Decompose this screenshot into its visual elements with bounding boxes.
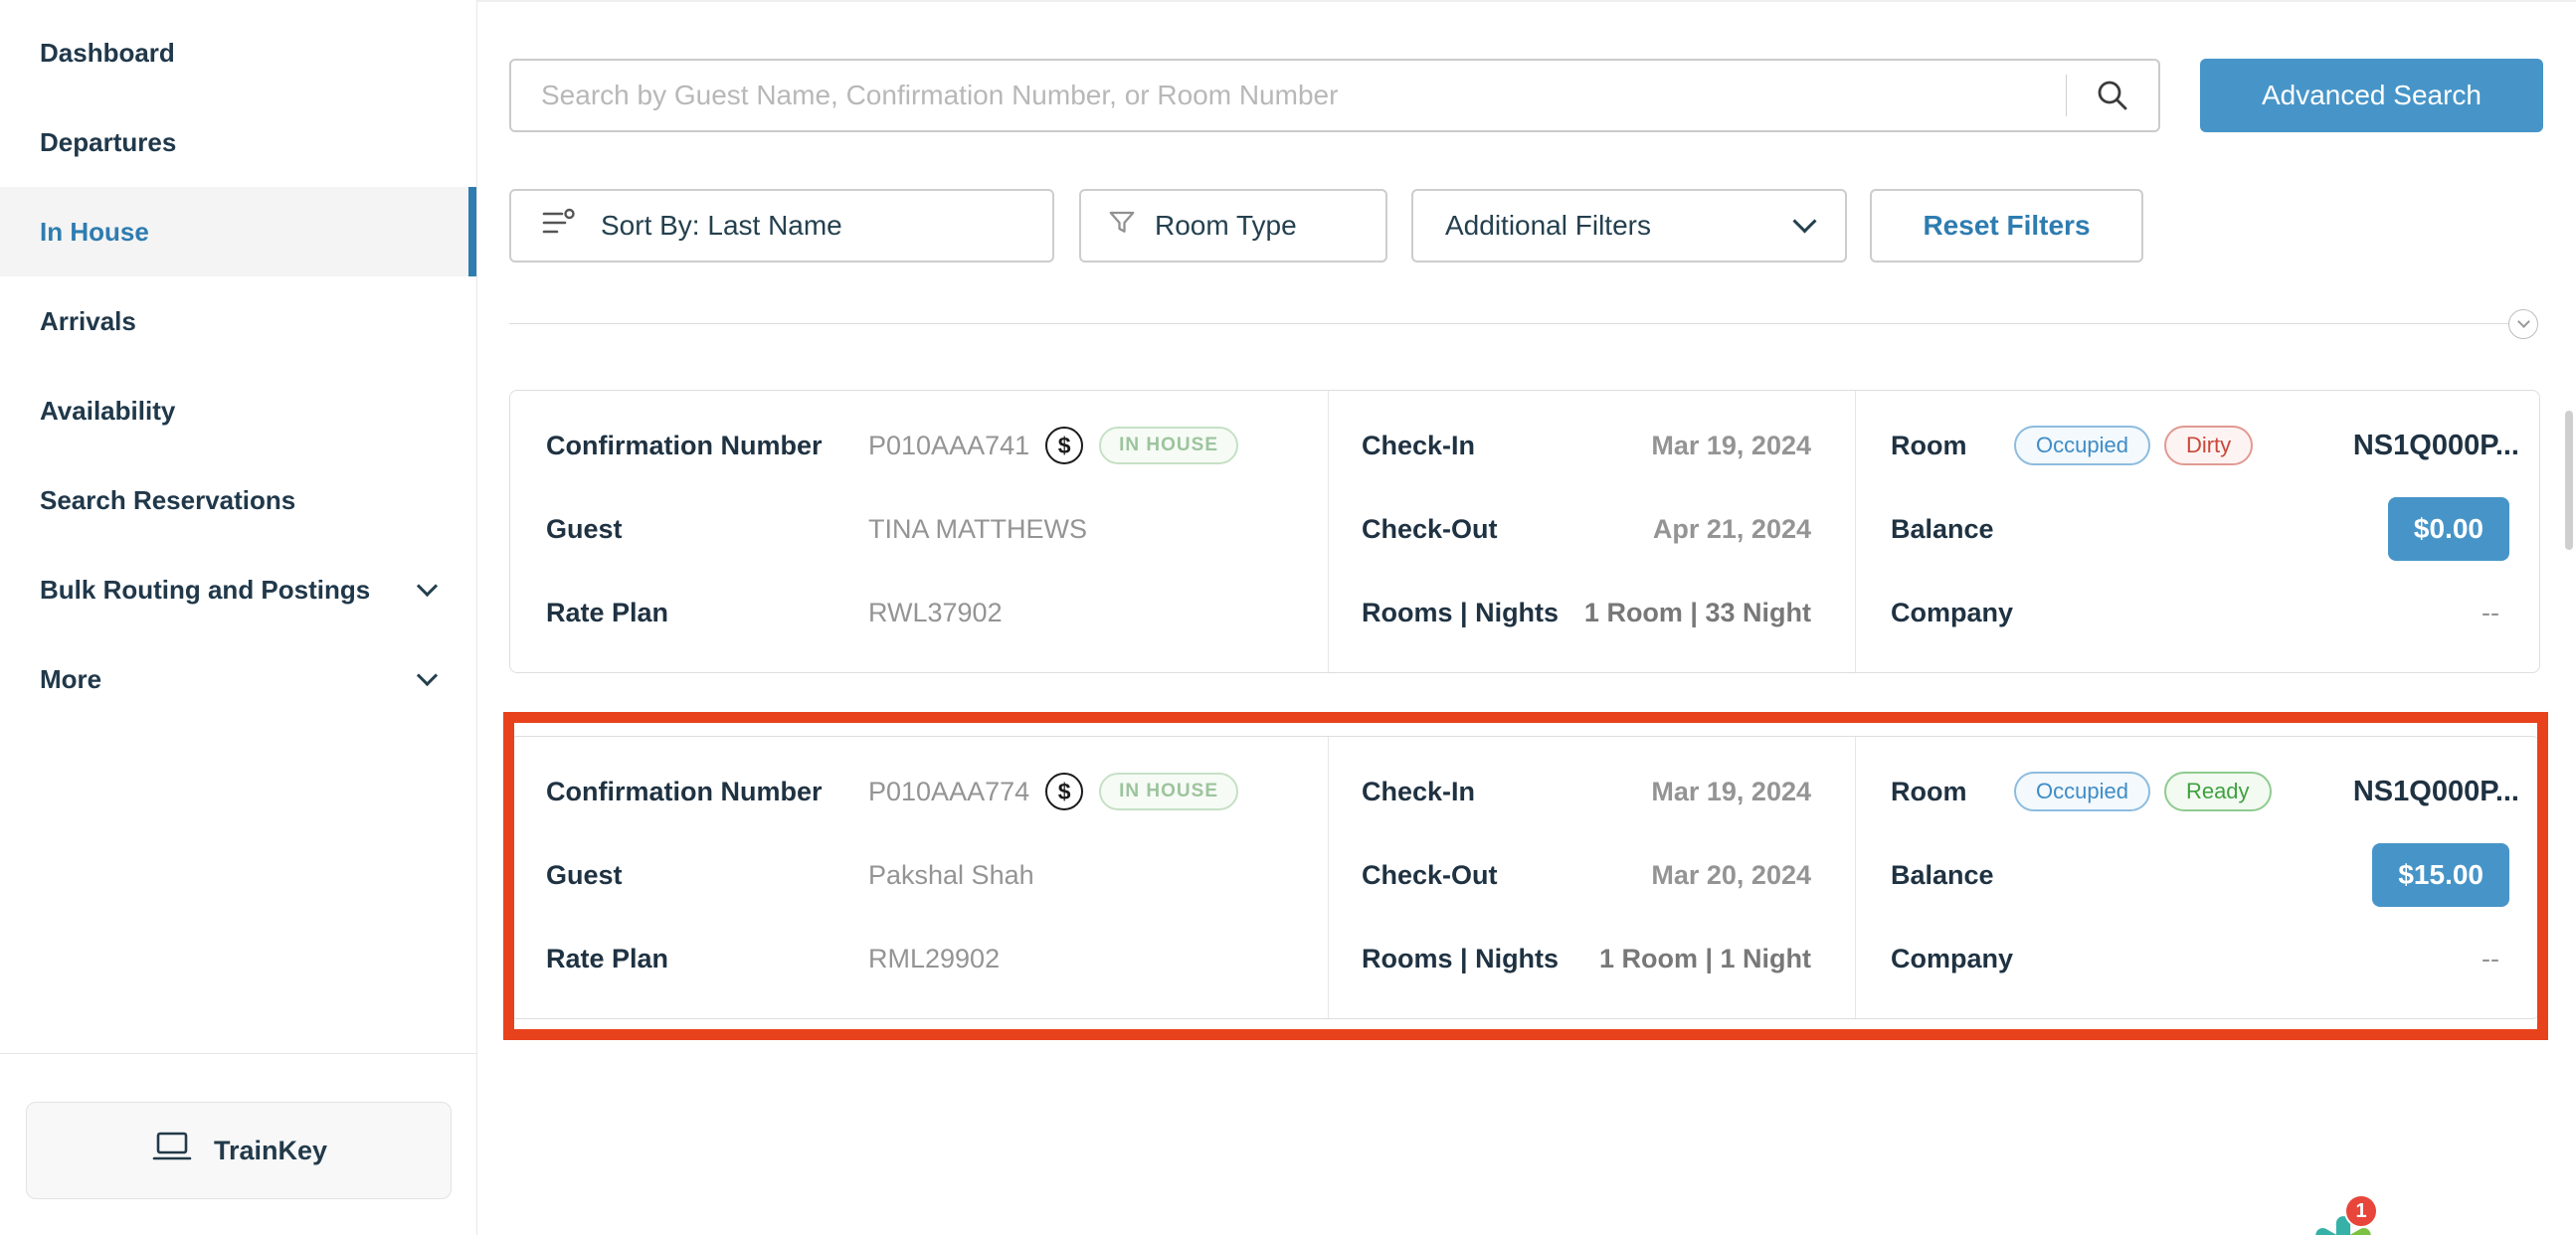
search-box bbox=[509, 59, 2160, 132]
balance-label: Balance bbox=[1891, 502, 1994, 556]
sidebar-item-arrivals[interactable]: Arrivals bbox=[0, 276, 476, 366]
reset-filters-button[interactable]: Reset Filters bbox=[1870, 189, 2143, 263]
sort-icon bbox=[541, 208, 579, 245]
advanced-search-button[interactable]: Advanced Search bbox=[2200, 59, 2543, 132]
company-label: Company bbox=[1891, 932, 2013, 985]
sidebar-item-label: In House bbox=[40, 217, 149, 248]
trainkey-label: TrainKey bbox=[214, 1136, 327, 1166]
trainkey-button[interactable]: TrainKey bbox=[26, 1102, 452, 1199]
sidebar-item-availability[interactable]: Availability bbox=[0, 366, 476, 455]
notification-badge[interactable]: 1 bbox=[2344, 1194, 2378, 1228]
confirmation-number-group: P010AAA741 $ IN HOUSE bbox=[868, 419, 1238, 472]
additional-filters-button[interactable]: Additional Filters bbox=[1411, 189, 1847, 263]
balance-button[interactable]: $15.00 bbox=[2372, 843, 2509, 907]
room-badges: Occupied Ready bbox=[2014, 765, 2272, 818]
rate-plan-label: Rate Plan bbox=[546, 586, 668, 639]
check-in-label: Check-In bbox=[1362, 765, 1475, 818]
rooms-nights-value: 1 Room | 1 Night bbox=[1599, 932, 1811, 985]
confirmation-number-label: Confirmation Number bbox=[546, 419, 823, 472]
rooms-nights-value: 1 Room | 33 Night bbox=[1584, 586, 1811, 639]
rate-plan-label: Rate Plan bbox=[546, 932, 668, 985]
check-out-label: Check-Out bbox=[1362, 502, 1498, 556]
room-label: Room bbox=[1891, 765, 1967, 818]
status-badge: IN HOUSE bbox=[1099, 773, 1238, 810]
sidebar-divider bbox=[0, 1053, 476, 1054]
guest-value: TINA MATTHEWS bbox=[868, 502, 1087, 556]
dollar-folio-icon[interactable]: $ bbox=[1045, 773, 1083, 810]
company-value: -- bbox=[2482, 932, 2499, 985]
check-in-value: Mar 19, 2024 bbox=[1651, 765, 1811, 818]
check-out-value: Apr 21, 2024 bbox=[1653, 502, 1811, 556]
reset-filters-label: Reset Filters bbox=[1923, 210, 2090, 242]
status-badge: IN HOUSE bbox=[1099, 427, 1238, 464]
sidebar-item-dashboard[interactable]: Dashboard bbox=[0, 8, 476, 97]
housekeeping-badge: Dirty bbox=[2164, 426, 2253, 465]
confirmation-number-label: Confirmation Number bbox=[546, 765, 823, 818]
sidebar-item-bulk-routing[interactable]: Bulk Routing and Postings bbox=[0, 545, 476, 634]
chevron-down-icon bbox=[417, 575, 438, 596]
room-type-label: Room Type bbox=[1155, 210, 1297, 242]
reservation-card[interactable]: Confirmation Number Guest Rate Plan P010… bbox=[509, 736, 2540, 1019]
occupancy-badge: Occupied bbox=[2014, 772, 2150, 811]
chevron-down-icon bbox=[417, 664, 438, 685]
sidebar-item-search-reservations[interactable]: Search Reservations bbox=[0, 455, 476, 545]
sidebar-nav: Dashboard Departures In House Arrivals A… bbox=[0, 8, 476, 724]
company-label: Company bbox=[1891, 586, 2013, 639]
sidebar-item-in-house[interactable]: In House bbox=[0, 187, 476, 276]
balance-button[interactable]: $0.00 bbox=[2388, 497, 2509, 561]
room-badges: Occupied Dirty bbox=[2014, 419, 2253, 472]
balance-label: Balance bbox=[1891, 848, 1994, 902]
scrollbar-thumb[interactable] bbox=[2565, 411, 2573, 550]
sidebar-item-label: More bbox=[40, 664, 101, 695]
sidebar-item-label: Search Reservations bbox=[40, 485, 295, 516]
confirmation-number-group: P010AAA774 $ IN HOUSE bbox=[868, 765, 1238, 818]
room-number: NS1Q000P... bbox=[2353, 419, 2519, 472]
check-in-value: Mar 19, 2024 bbox=[1651, 419, 1811, 472]
filter-funnel-icon bbox=[1107, 208, 1137, 245]
room-number: NS1Q000P... bbox=[2353, 765, 2519, 818]
card-section-divider bbox=[1328, 737, 1329, 1018]
sidebar-item-label: Availability bbox=[40, 396, 175, 427]
sidebar-item-label: Departures bbox=[40, 127, 176, 158]
chevron-down-icon bbox=[2517, 315, 2530, 328]
sidebar: Dashboard Departures In House Arrivals A… bbox=[0, 0, 477, 1235]
confirmation-number-value: P010AAA741 bbox=[868, 431, 1029, 461]
check-out-label: Check-Out bbox=[1362, 848, 1498, 902]
rate-plan-value: RWL37902 bbox=[868, 586, 1003, 639]
collapse-toggle-button[interactable] bbox=[2508, 309, 2538, 339]
occupancy-badge: Occupied bbox=[2014, 426, 2150, 465]
sidebar-item-label: Dashboard bbox=[40, 38, 175, 69]
dollar-folio-icon[interactable]: $ bbox=[1045, 427, 1083, 464]
sidebar-item-label: Bulk Routing and Postings bbox=[40, 575, 370, 606]
additional-filters-label: Additional Filters bbox=[1445, 210, 1651, 242]
check-in-label: Check-In bbox=[1362, 419, 1475, 472]
confirmation-number-value: P010AAA774 bbox=[868, 777, 1029, 807]
guest-value: Pakshal Shah bbox=[868, 848, 1034, 902]
sort-by-label: Sort By: Last Name bbox=[601, 210, 842, 242]
sort-by-button[interactable]: Sort By: Last Name bbox=[509, 189, 1054, 263]
guest-label: Guest bbox=[546, 848, 623, 902]
reservation-card[interactable]: Confirmation Number Guest Rate Plan P010… bbox=[509, 390, 2540, 673]
housekeeping-badge: Ready bbox=[2164, 772, 2272, 811]
rate-plan-value: RML29902 bbox=[868, 932, 1000, 985]
check-out-value: Mar 20, 2024 bbox=[1651, 848, 1811, 902]
rooms-nights-label: Rooms | Nights bbox=[1362, 932, 1559, 985]
guest-label: Guest bbox=[546, 502, 623, 556]
card-section-divider bbox=[1855, 391, 1856, 672]
company-value: -- bbox=[2482, 586, 2499, 639]
search-icon[interactable] bbox=[2067, 61, 2158, 130]
results-divider bbox=[509, 323, 2538, 324]
card-section-divider bbox=[1855, 737, 1856, 1018]
sidebar-item-label: Arrivals bbox=[40, 306, 136, 337]
room-label: Room bbox=[1891, 419, 1967, 472]
chevron-down-icon bbox=[1792, 209, 1816, 233]
sidebar-item-departures[interactable]: Departures bbox=[0, 97, 476, 187]
search-input[interactable] bbox=[511, 61, 2066, 130]
rooms-nights-label: Rooms | Nights bbox=[1362, 586, 1559, 639]
sidebar-item-more[interactable]: More bbox=[0, 634, 476, 724]
room-type-button[interactable]: Room Type bbox=[1079, 189, 1387, 263]
card-section-divider bbox=[1328, 391, 1329, 672]
laptop-icon bbox=[150, 1131, 194, 1171]
